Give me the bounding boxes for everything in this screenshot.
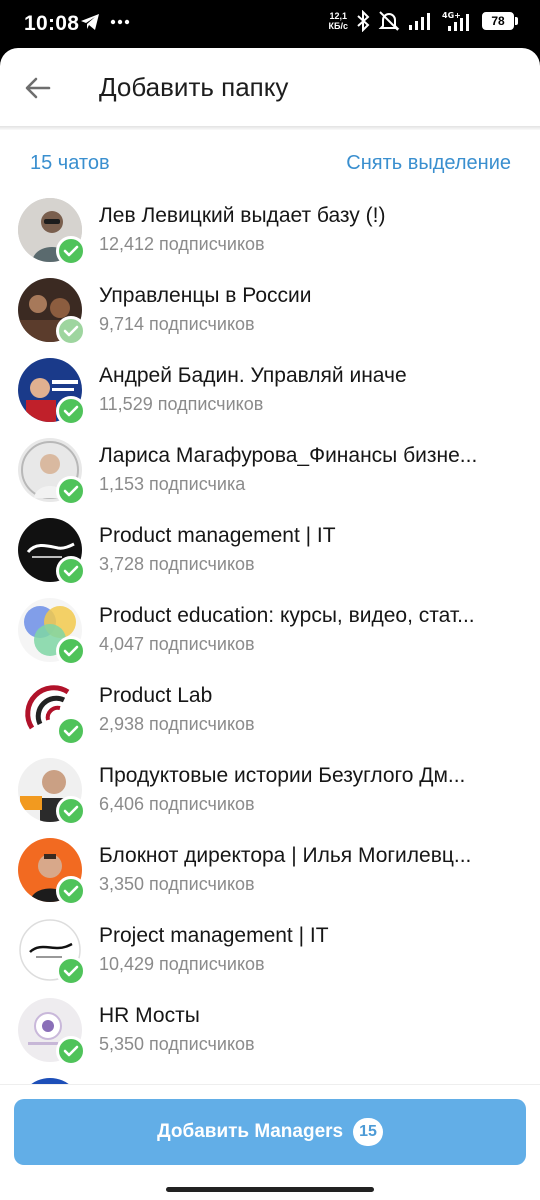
avatar xyxy=(18,758,86,826)
chat-title: Project management | IT xyxy=(99,924,329,947)
chat-subscribers: 5,350 подписчиков xyxy=(99,1034,255,1054)
chat-subscribers: 3,350 подписчиков xyxy=(99,874,255,894)
avatar xyxy=(18,438,86,506)
status-right: 12,1 КБ/с 4G+ 78 xyxy=(329,10,518,32)
chat-subscribers: 12,412 подписчиков xyxy=(99,234,265,254)
selected-check-icon xyxy=(56,876,86,906)
chat-title: Лев Левицкий выдает базу (!) xyxy=(99,204,386,227)
more-dots-icon xyxy=(110,19,130,25)
deselect-all-button[interactable]: Снять выделение xyxy=(346,152,511,175)
chat-title: Лариса Магафурова_Финансы бизне... xyxy=(99,444,478,467)
add-folder-sheet: Добавить папку 15 чатов Снять выделение … xyxy=(0,48,540,1200)
bell-muted-icon xyxy=(378,11,400,31)
arrow-left-icon xyxy=(25,77,51,99)
avatar xyxy=(18,198,86,266)
avatar xyxy=(18,598,86,666)
chat-subscribers: 9,714 подписчиков xyxy=(99,314,255,334)
chat-item[interactable]: Product Lab 2,938 подписчиков xyxy=(0,674,540,754)
avatar xyxy=(18,518,86,586)
chat-item-partial[interactable] xyxy=(0,1074,540,1084)
network-speed: 12,1 КБ/с xyxy=(329,11,348,31)
home-indicator[interactable] xyxy=(166,1187,374,1192)
selected-check-icon xyxy=(56,636,86,666)
selection-row: 15 чатов Снять выделение xyxy=(0,148,540,184)
add-folder-label: Добавить Managers xyxy=(157,1121,344,1142)
selected-check-icon xyxy=(56,1036,86,1066)
chat-title: Управленцы в России xyxy=(99,284,312,307)
chat-title: Блокнот директора | Илья Могилевц... xyxy=(99,844,472,867)
battery-indicator: 78 xyxy=(482,12,518,30)
header: Добавить папку xyxy=(0,48,540,128)
selected-check-icon xyxy=(56,556,86,586)
chat-title: Product management | IT xyxy=(99,524,336,547)
add-folder-button[interactable]: Добавить Managers 15 xyxy=(14,1099,526,1165)
chat-title: Product education: курсы, видео, стат... xyxy=(99,604,475,627)
chat-title: Андрей Бадин. Управляй иначе xyxy=(99,364,407,387)
selected-chat-count: 15 чатов xyxy=(30,152,110,174)
chat-subscribers: 6,406 подписчиков xyxy=(99,794,255,814)
avatar xyxy=(18,838,86,906)
header-divider xyxy=(0,126,540,130)
chat-title: Продуктовые истории Безуглого Дм... xyxy=(99,764,466,787)
avatar xyxy=(18,998,86,1066)
bottom-bar: Добавить Managers 15 xyxy=(0,1084,540,1200)
selected-check-icon xyxy=(56,396,86,426)
selected-check-icon xyxy=(56,236,86,266)
chat-subscribers: 10,429 подписчиков xyxy=(99,954,265,974)
svg-text:4G+: 4G+ xyxy=(442,11,461,20)
telegram-icon xyxy=(81,14,99,30)
battery-cap xyxy=(515,17,518,25)
chat-item[interactable]: HR Мосты 5,350 подписчиков xyxy=(0,994,540,1074)
selected-check-icon xyxy=(56,956,86,986)
chat-item[interactable]: Продуктовые истории Безуглого Дм... 6,40… xyxy=(0,754,540,834)
avatar xyxy=(18,678,86,746)
chat-item[interactable]: Блокнот директора | Илья Могилевц... 3,3… xyxy=(0,834,540,914)
avatar xyxy=(18,918,86,986)
chat-title: HR Мосты xyxy=(99,1004,200,1027)
chat-item[interactable]: Product education: курсы, видео, стат...… xyxy=(0,594,540,674)
chat-subscribers: 2,938 подписчиков xyxy=(99,714,255,734)
chat-subscribers: 1,153 подписчика xyxy=(99,474,246,494)
battery-level: 78 xyxy=(482,12,514,30)
selected-count-badge: 15 xyxy=(353,1118,383,1146)
status-time: 10:08 xyxy=(24,12,80,35)
avatar xyxy=(18,278,86,346)
status-left-icons xyxy=(80,13,130,31)
chat-subscribers: 11,529 подписчиков xyxy=(99,394,264,414)
signal-4g-icon: 4G+ xyxy=(442,11,469,31)
chat-subscribers: 4,047 подписчиков xyxy=(99,634,255,654)
chat-item[interactable]: Лариса Магафурова_Финансы бизне... 1,153… xyxy=(0,434,540,514)
chat-list: Лев Левицкий выдает базу (!) 12,412 подп… xyxy=(0,184,540,1084)
chat-item[interactable]: Product management | IT 3,728 подписчико… xyxy=(0,514,540,594)
chat-title: Product Lab xyxy=(99,684,213,707)
chat-item[interactable]: Управленцы в России 9,714 подписчиков xyxy=(0,274,540,354)
selected-check-icon xyxy=(56,796,86,826)
network-speed-unit: КБ/с xyxy=(328,21,348,31)
selected-check-icon xyxy=(56,316,86,346)
chat-item[interactable]: Лев Левицкий выдает базу (!) 12,412 подп… xyxy=(0,194,540,274)
chat-item[interactable]: Project management | IT 10,429 подписчик… xyxy=(0,914,540,994)
back-button[interactable] xyxy=(22,72,54,104)
selected-check-icon xyxy=(56,716,86,746)
avatar xyxy=(18,358,86,426)
status-bar: 10:08 12,1 КБ/с 4G+ 78 xyxy=(0,0,540,48)
page-title: Добавить папку xyxy=(99,72,289,102)
chat-subscribers: 3,728 подписчиков xyxy=(99,554,255,574)
network-speed-value: 12,1 xyxy=(329,11,348,21)
signal-icon xyxy=(409,13,430,30)
bluetooth-icon xyxy=(357,10,370,32)
chat-item[interactable]: Андрей Бадин. Управляй иначе 11,529 подп… xyxy=(0,354,540,434)
selected-check-icon xyxy=(56,476,86,506)
